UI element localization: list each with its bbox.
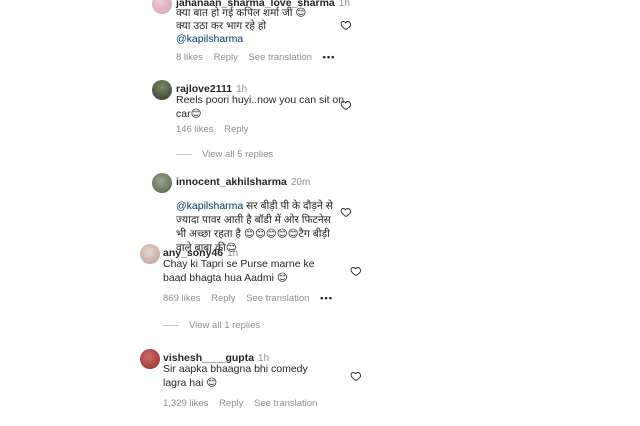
likes-count[interactable]: 8 likes (176, 52, 203, 63)
more-options-icon[interactable]: ••• (320, 293, 333, 304)
reply-button[interactable]: Reply (214, 52, 238, 63)
likes-count[interactable]: 146 likes (176, 124, 214, 135)
view-replies-button[interactable]: View all 5 replies (176, 149, 273, 160)
heart-icon[interactable] (340, 99, 352, 111)
reply-button[interactable]: Reply (211, 293, 235, 304)
avatar[interactable] (152, 173, 172, 193)
view-replies-label: View all 1 replies (189, 320, 261, 331)
comment-meta: 1,329 likes Reply See translation (163, 398, 325, 409)
comment-text: Reels poori huyi..now you can sit on car… (176, 94, 345, 120)
see-translation-button[interactable]: See translation (246, 293, 309, 304)
avatar[interactable] (140, 349, 160, 369)
avatar[interactable] (152, 0, 172, 14)
likes-count[interactable]: 869 likes (163, 293, 201, 304)
comment-text: Sir aapka bhaagna bhi comedy lagra hai 😊 (163, 363, 308, 389)
replies-divider (176, 153, 192, 155)
comment-meta: 146 likes Reply (176, 124, 256, 135)
comment-text-line: क्या बात हो गई कपिल शर्मा जी 😊 (176, 7, 307, 19)
comment-text: Chay ki Tapri se Purse marne ke baad bha… (163, 258, 315, 284)
comment-time: 1h (338, 0, 350, 9)
more-options-icon[interactable]: ••• (323, 52, 336, 63)
likes-count[interactable]: 1,329 likes (163, 398, 208, 409)
reply-button[interactable]: Reply (224, 124, 248, 135)
see-translation-button[interactable]: See translation (249, 52, 312, 63)
replies-divider (163, 324, 179, 326)
view-replies-button[interactable]: View all 1 replies (163, 320, 260, 331)
mention-link[interactable]: @kapilsharma (176, 200, 243, 212)
view-replies-label: View all 5 replies (202, 149, 274, 160)
see-translation-button[interactable]: See translation (254, 398, 317, 409)
heart-icon[interactable] (340, 206, 352, 218)
reply-button[interactable]: Reply (219, 398, 243, 409)
comment-meta: 8 likes Reply See translation ••• (176, 52, 344, 63)
heart-icon[interactable] (340, 19, 352, 31)
comment-text-line: क्या उठा कर भाग रहे हो (176, 20, 267, 32)
mention-link[interactable]: @kapilsharma (176, 32, 243, 46)
avatar[interactable] (152, 80, 172, 100)
comment-meta: 869 likes Reply See translation ••• (163, 293, 341, 304)
heart-icon[interactable] (350, 265, 362, 277)
heart-icon[interactable] (350, 370, 362, 382)
avatar[interactable] (140, 244, 160, 264)
